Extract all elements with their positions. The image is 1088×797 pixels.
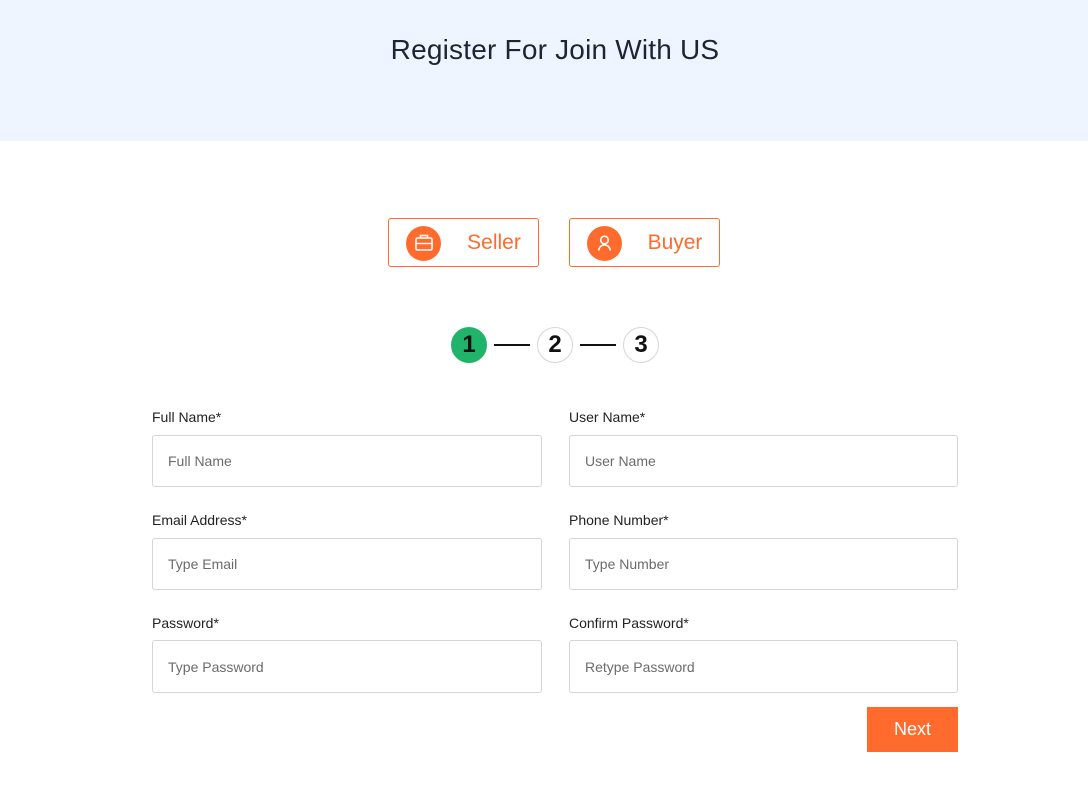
- user-icon: [587, 226, 622, 261]
- hero-banner: Register For Join With US: [0, 0, 1088, 141]
- step-1-indicator: 1: [451, 327, 487, 363]
- step-3-indicator: 3: [623, 327, 659, 363]
- full-name-input[interactable]: [152, 435, 542, 487]
- page-title: Register For Join With US: [390, 34, 720, 65]
- next-button[interactable]: Next: [867, 707, 958, 752]
- phone-input[interactable]: [569, 538, 958, 590]
- email-input[interactable]: [152, 538, 542, 590]
- user-name-input[interactable]: [569, 435, 958, 487]
- seller-role-button[interactable]: Seller: [388, 218, 539, 267]
- user-name-label: User Name*: [569, 409, 646, 425]
- seller-label: Seller: [467, 231, 521, 254]
- phone-label: Phone Number*: [569, 512, 669, 528]
- briefcase-icon: [406, 226, 441, 261]
- confirm-password-input[interactable]: [569, 640, 958, 693]
- email-label: Email Address*: [152, 512, 247, 528]
- step-connector: [580, 344, 616, 346]
- password-label: Password*: [152, 615, 219, 631]
- confirm-password-label: Confirm Password*: [569, 615, 689, 631]
- buyer-label: Buyer: [647, 231, 703, 254]
- password-input[interactable]: [152, 640, 542, 693]
- step-connector: [494, 344, 530, 346]
- step-2-indicator: 2: [537, 327, 573, 363]
- buyer-role-button[interactable]: Buyer: [569, 218, 720, 267]
- full-name-label: Full Name*: [152, 409, 222, 425]
